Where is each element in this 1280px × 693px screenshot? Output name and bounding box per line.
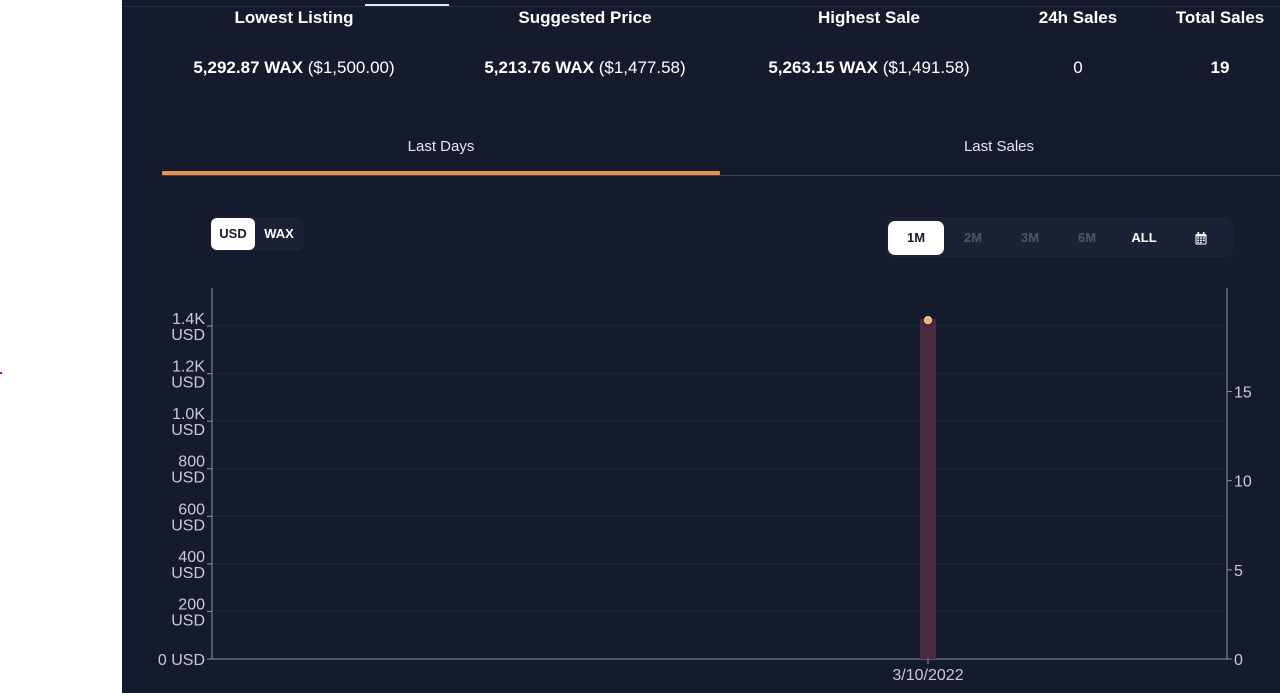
stat-label: Lowest Listing — [234, 8, 354, 27]
y-left-tick-unit: USD — [171, 422, 205, 439]
x-tick-label: 3/10/2022 — [892, 667, 963, 684]
chart-tabs: Last Days Last Sales — [162, 128, 1280, 176]
y-left-tick-unit: USD — [171, 565, 205, 582]
stat-value: 5,292.87 WAX ($1,500.00) — [193, 58, 395, 77]
currency-usd-button[interactable]: USD — [211, 218, 255, 250]
tab-last-sales[interactable]: Last Sales — [720, 128, 1278, 176]
y-right-tick-label: 5 — [1234, 563, 1243, 580]
range-all-button[interactable]: ALL — [1116, 221, 1172, 255]
y-left-tick-label: 600 — [178, 501, 205, 518]
y-right-tick-label: 0 — [1234, 652, 1243, 669]
price-volume-chart: 0 USD200USD400USD600USD800USD1.0KUSD1.2K… — [158, 288, 1252, 684]
stat-value: 0 — [1073, 58, 1083, 77]
currency-wax-button[interactable]: WAX — [256, 218, 302, 250]
y-left-tick-label: 800 — [178, 454, 205, 471]
panel-top-border — [122, 6, 1280, 7]
tabs-baseline — [162, 175, 1280, 176]
market-stats-panel: Lowest Listing 5,292.87 WAX ($1,500.00) … — [122, 0, 1280, 693]
range-2m-button[interactable]: 2M — [945, 221, 1001, 255]
stat-label: Highest Sale — [817, 8, 921, 27]
stat-value: 19 — [1210, 58, 1230, 77]
y-left-tick-unit: USD — [171, 517, 205, 534]
range-1m-button[interactable]: 1M — [888, 221, 944, 255]
y-left-tick-unit: USD — [171, 612, 205, 629]
tab-last-days[interactable]: Last Days — [162, 128, 720, 176]
page-gutter — [0, 0, 122, 693]
y-left-tick-label: 0 USD — [158, 652, 205, 669]
y-left-tick-unit: USD — [171, 375, 205, 392]
range-3m-button[interactable]: 3M — [1002, 221, 1058, 255]
active-tab-underline — [162, 171, 720, 175]
stat-label: 24h Sales — [1038, 8, 1118, 27]
calendar-icon — [1195, 232, 1207, 245]
time-range-toggle: 1M 2M 3M 6M ALL — [886, 217, 1233, 257]
top-tab-indicator — [365, 4, 449, 6]
y-left-tick-unit: USD — [171, 327, 205, 344]
currency-toggle: USD WAX — [210, 217, 304, 251]
calendar-button[interactable] — [1173, 221, 1229, 255]
stat-value: 5,213.76 WAX ($1,477.58) — [484, 58, 686, 77]
range-6m-button[interactable]: 6M — [1059, 221, 1115, 255]
bar-3-10-2022 — [920, 318, 936, 659]
y-left-tick-label: 1.4K — [172, 311, 205, 328]
y-right-tick-label: 10 — [1234, 474, 1252, 491]
y-left-tick-label: 400 — [178, 549, 205, 566]
y-right-tick-label: 15 — [1234, 384, 1252, 401]
sales-count-point — [924, 316, 932, 325]
stat-label: Suggested Price — [518, 8, 652, 27]
stat-label: Total Sales — [1175, 8, 1265, 27]
y-left-tick-label: 200 — [178, 596, 205, 613]
stray-marker — [0, 372, 2, 374]
y-left-tick-label: 1.0K — [172, 406, 205, 423]
y-left-tick-unit: USD — [171, 470, 205, 487]
stat-value: 5,263.15 WAX ($1,491.58) — [768, 58, 970, 77]
y-left-tick-label: 1.2K — [172, 359, 205, 376]
